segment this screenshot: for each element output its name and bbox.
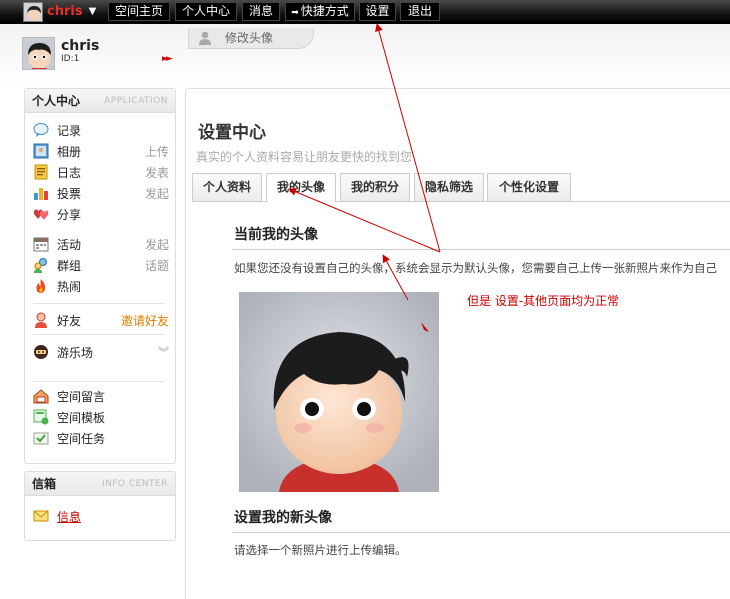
sidebar-mailbox: 信箱 INFO CENTER 信息 [24,471,176,541]
sidebar-item-action[interactable]: 发起 [145,185,169,202]
annotation-note: 但是 设置-其他页面均为正常 [467,294,620,308]
user-mini-avatar [23,1,43,22]
template-icon [33,409,49,425]
tab-profile[interactable]: 个人资料 [192,173,262,201]
nav-shortcuts-label: 快捷方式 [300,4,349,18]
sidebar-item-space-template[interactable]: 空间模板 [33,408,169,426]
sidebar-item-space-task[interactable]: 空间任务 [33,429,169,447]
current-avatar-description: 如果您还没有设置自己的头像，系统会显示为默认头像，您需要自己上传一张新照片来作为… [234,261,717,275]
sidebar-item-poll[interactable]: 投票 发起 [33,184,169,202]
sidebar-item-playground[interactable]: 游乐场 ︾ [33,343,169,361]
sidebar-item-label: 投票 [57,186,82,201]
sidebar-personal-center: 个人中心 APPLICATION 记录 相册 上传 日志 发表 投票 发起 分享… [24,88,176,464]
speech-bubble-icon [33,123,49,137]
sidebar-item-action[interactable]: 上传 [145,143,169,160]
friend-icon [35,312,47,328]
sidebar-item-groups[interactable]: 群组 话题 [33,256,169,274]
tab-my-points[interactable]: 我的积分 [340,173,410,201]
arrow-right-icon: ➡ [291,8,299,18]
sidebar-title: 个人中心 [32,94,81,108]
profile-name[interactable]: chris [61,38,99,54]
sidebar-divider [33,381,165,382]
edit-avatar-tab[interactable]: 修改头像 [188,28,314,49]
sidebar-item-album[interactable]: 相册 上传 [33,142,169,160]
user-icon [199,31,211,45]
sidebar-item-label: 游乐场 [57,345,94,360]
tab-personalization[interactable]: 个性化设置 [487,173,571,201]
sidebar-item-blog[interactable]: 日志 发表 [33,163,169,181]
page-subtitle: 真实的个人资料容易让朋友更快的找到您 [196,150,413,164]
new-avatar-description: 请选择一个新照片进行上传编辑。 [234,543,407,557]
sidebar-divider [33,303,165,304]
sidebar-item-label: 记录 [57,123,82,138]
sidebar-item-label: 空间模板 [57,410,106,425]
sidebar-subtitle: APPLICATION [104,95,168,106]
sidebar-divider [33,334,165,335]
mailbox-subtitle: INFO CENTER [101,478,168,489]
user-menu[interactable]: chris ▼ [23,1,103,22]
sidebar-item-label: 热闹 [57,279,82,294]
current-avatar-heading: 当前我的头像 [234,227,318,243]
profile-id: ID:1 [61,54,80,64]
photo-icon [33,143,49,159]
sidebar-item-action[interactable]: 发起 [145,236,169,253]
game-icon [34,345,48,359]
bar-chart-icon [34,188,48,200]
top-username[interactable]: chris [47,4,83,19]
sidebar-item-label: 空间留言 [57,389,106,404]
tab-my-avatar[interactable]: 我的头像 [266,173,336,202]
mailbox-title: 信箱 [32,477,57,491]
sidebar-item-label: 好友 [57,313,82,328]
sidebar-item-label: 日志 [57,165,82,180]
nav-messages[interactable]: 消息 [242,2,280,21]
section-divider [232,249,730,250]
notepad-icon [34,164,48,180]
sidebar-item-label: 分享 [57,207,82,222]
sidebar-item-action[interactable]: 话题 [145,257,169,274]
group-icon [34,258,47,273]
envelope-icon [33,510,49,522]
hearts-icon [33,209,49,220]
chevron-down-icon[interactable]: ▼ [89,6,97,17]
edit-avatar-label: 修改头像 [225,31,274,45]
sidebar-item-records[interactable]: 记录 [33,121,169,139]
tab-privacy-filter[interactable]: 隐私筛选 [414,173,484,201]
new-avatar-heading: 设置我的新头像 [234,510,332,526]
sidebar-item-friends[interactable]: 好友 邀请好友 [33,311,169,329]
sidebar-item-space-message[interactable]: 空间留言 [33,387,169,405]
fire-icon [36,279,46,293]
profile-avatar[interactable] [22,37,55,70]
mailbox-info-link[interactable]: 信息 [57,508,169,525]
nav-logout[interactable]: 退出 [400,2,440,21]
nav-shortcuts[interactable]: ➡ 快捷方式 [285,2,355,21]
sidebar-item-share[interactable]: 分享 [33,205,169,223]
page-title: 设置中心 [198,123,266,143]
mailbox-header: 信箱 INFO CENTER [25,472,175,496]
sidebar-item-hot[interactable]: 热闹 [33,277,169,295]
nav-space-home[interactable]: 空间主页 [108,2,170,21]
nav-settings[interactable]: 设置 [359,2,396,21]
calendar-icon [33,237,49,252]
double-arrow-icon[interactable]: ►► [162,54,173,64]
sidebar-item-label: 空间任务 [57,431,106,446]
sidebar-item-label: 活动 [57,237,82,252]
sidebar-header: 个人中心 APPLICATION [25,89,175,113]
current-avatar-image [239,292,439,492]
profile-header-band [0,24,730,84]
mailbox-item-info[interactable]: 信息 [33,507,169,525]
invite-friends-link[interactable]: 邀请好友 [121,312,169,329]
sidebar-item-events[interactable]: 活动 发起 [33,235,169,253]
task-icon [33,432,49,445]
section-divider [232,532,730,533]
sidebar-item-label: 相册 [57,144,82,159]
chevron-double-down-icon[interactable]: ︾ [158,344,169,360]
sidebar-item-action[interactable]: 发表 [145,164,169,181]
house-message-icon [33,389,49,404]
top-navigation-bar: chris ▼ 空间主页 个人中心 消息 ➡ 快捷方式 设置 退出 [0,0,730,24]
sidebar-item-label: 群组 [57,258,82,273]
nav-personal-center[interactable]: 个人中心 [175,2,237,21]
